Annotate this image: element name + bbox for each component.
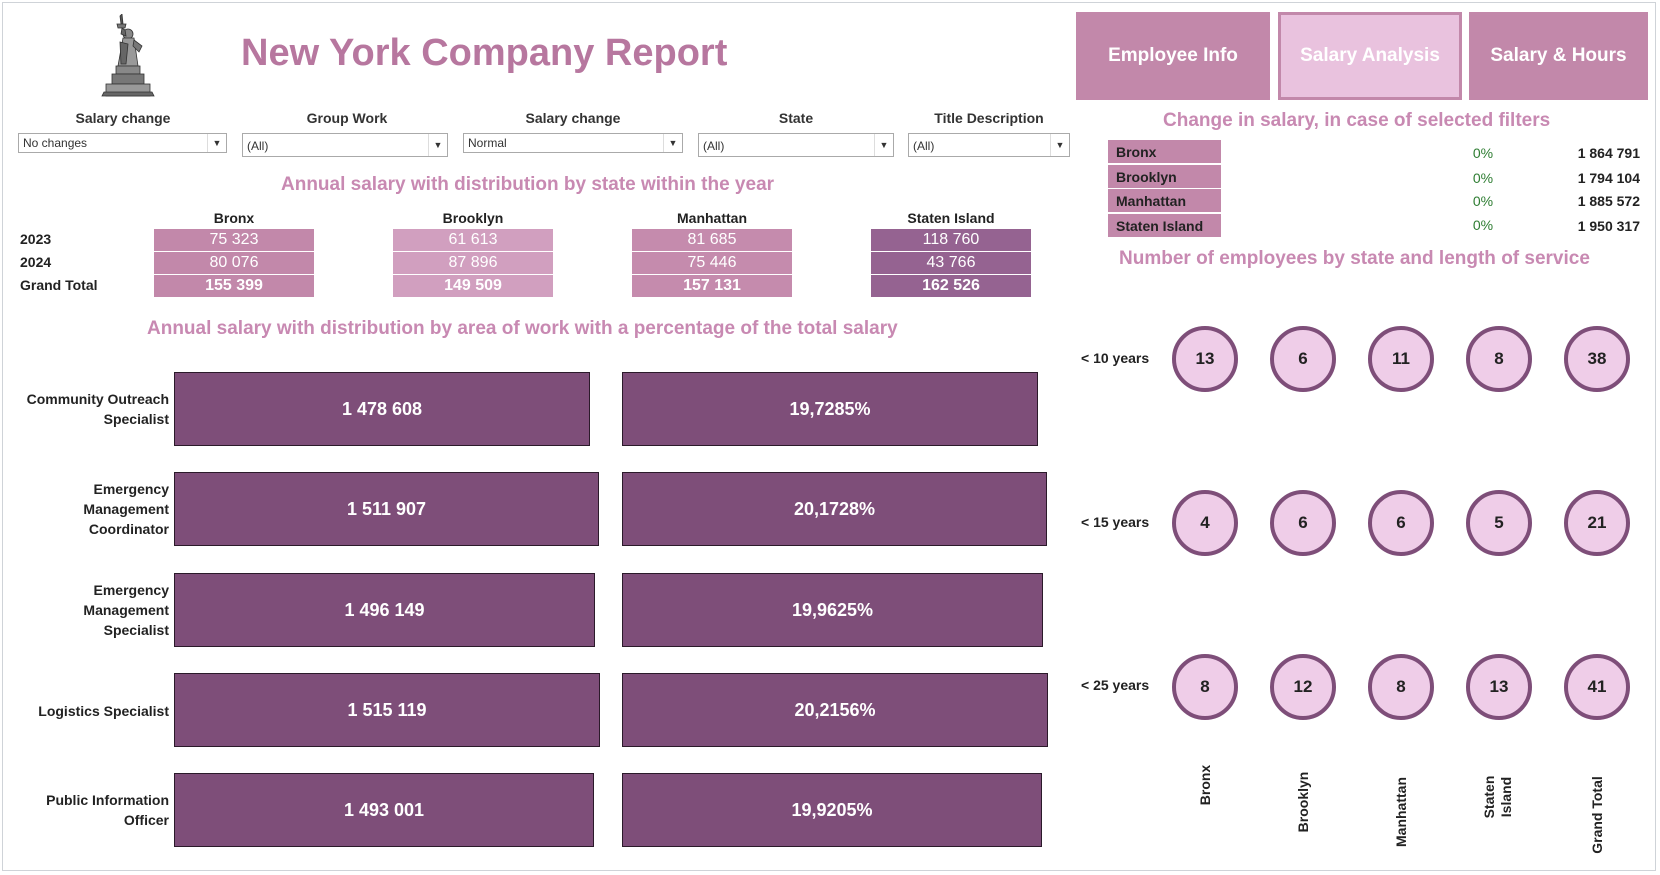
change-state-manhattan: Manhattan (1108, 189, 1221, 212)
filter-label-group-work: Group Work (306, 110, 388, 126)
state-header-bronx: Bronx (213, 210, 255, 226)
employee-count-circle: 11 (1368, 326, 1434, 392)
employees-section-title: Number of employees by state and length … (1119, 248, 1590, 269)
employee-count-circle: 41 (1564, 654, 1630, 720)
state-cell: 43 766 (871, 252, 1031, 274)
statue-of-liberty-icon (101, 14, 155, 97)
filter-value: No changes (23, 136, 88, 150)
change-state-bronx: Bronx (1108, 140, 1221, 163)
area-label-public-information-officer: Public Information Officer (46, 792, 169, 828)
employee-info-button[interactable]: Employee Info (1076, 12, 1270, 100)
salary-bar: 1 515 119 (174, 673, 600, 747)
state-cell-total: 162 526 (871, 275, 1031, 297)
change-state-brooklyn: Brooklyn (1108, 165, 1221, 188)
employee-count-circle: 6 (1270, 326, 1336, 392)
filter-label-state: State (778, 110, 814, 126)
area-label-community-outreach-specialist: Community Outreach Specialist (26, 391, 169, 427)
employee-count-circle: 13 (1172, 326, 1238, 392)
employee-count-circle: 13 (1466, 654, 1532, 720)
employee-count-circle: 8 (1172, 654, 1238, 720)
column-label-grand-total: Grand Total (1589, 776, 1605, 854)
state-cell: 118 760 (871, 229, 1031, 251)
column-label-brooklyn: Brooklyn (1295, 771, 1311, 833)
filter-title-description[interactable]: (All) ▼ (908, 133, 1070, 157)
employee-count-circle: 8 (1368, 654, 1434, 720)
filter-label-salary-change-2: Salary change (525, 110, 621, 126)
salary-bar: 1 496 149 (174, 573, 595, 647)
chevron-down-icon: ▼ (1050, 134, 1069, 156)
area-label-emergency-management-coordinator: Emergency Management Coordinator (83, 481, 169, 537)
column-label-bronx: Bronx (1197, 764, 1213, 806)
percent-bar: 19,9205% (622, 773, 1042, 847)
state-cell-total: 157 131 (632, 275, 792, 297)
filter-value: (All) (913, 139, 935, 153)
employee-count-circle: 38 (1564, 326, 1630, 392)
employee-count-circle: 6 (1368, 490, 1434, 556)
page-title: New York Company Report (241, 32, 728, 74)
chevron-down-icon: ▼ (207, 134, 226, 152)
change-pct: 0% (1472, 193, 1494, 209)
employee-count-circle: 6 (1270, 490, 1336, 556)
chevron-down-icon: ▼ (663, 134, 682, 152)
percent-bar: 20,2156% (622, 673, 1048, 747)
filter-value: Normal (468, 136, 507, 150)
state-cell: 75 323 (154, 229, 314, 251)
state-section-title: Annual salary with distribution by state… (281, 174, 775, 195)
change-section-title: Change in salary, in case of selected fi… (1163, 110, 1551, 131)
salary-bar: 1 511 907 (174, 472, 599, 546)
state-header-manhattan: Manhattan (677, 210, 747, 226)
row-label-2023: 2023 (20, 231, 52, 247)
percent-bar: 19,9625% (622, 573, 1043, 647)
filter-state[interactable]: (All) ▼ (698, 133, 894, 157)
area-section-title: Annual salary with distribution by area … (147, 318, 898, 339)
employee-count-circle: 21 (1564, 490, 1630, 556)
filter-value: (All) (703, 139, 725, 153)
employee-count-circle: 8 (1466, 326, 1532, 392)
change-value: 1 885 572 (1577, 193, 1640, 209)
change-pct: 0% (1472, 170, 1494, 186)
state-header-brooklyn: Brooklyn (442, 210, 504, 226)
filter-salary-change-1[interactable]: No changes ▼ (18, 133, 227, 153)
employee-count-circle: 5 (1466, 490, 1532, 556)
change-pct: 0% (1472, 217, 1494, 233)
state-cell: 75 446 (632, 252, 792, 274)
employee-count-circle: 12 (1270, 654, 1336, 720)
change-state-staten-island: Staten Island (1108, 214, 1221, 237)
state-cell: 80 076 (154, 252, 314, 274)
salary-analysis-button[interactable]: Salary Analysis (1278, 12, 1462, 100)
state-header-staten-island: Staten Island (907, 210, 995, 226)
filter-label-salary-change-1: Salary change (75, 110, 171, 126)
row-label-grand-total: Grand Total (20, 277, 98, 293)
state-cell-total: 149 509 (393, 275, 553, 297)
service-row-label: < 10 years (1081, 350, 1150, 366)
filter-label-title-description: Title Description (934, 110, 1044, 126)
service-row-label: < 15 years (1081, 514, 1150, 530)
row-label-2024: 2024 (20, 254, 52, 270)
column-label-staten-island: Staten Island (1481, 775, 1514, 819)
percent-bar: 20,1728% (622, 472, 1047, 546)
state-cell: 61 613 (393, 229, 553, 251)
salary-bar: 1 493 001 (174, 773, 594, 847)
area-label-emergency-management-specialist: Emergency Management Specialist (83, 582, 169, 638)
state-cell: 81 685 (632, 229, 792, 251)
change-value: 1 950 317 (1577, 218, 1640, 234)
column-label-manhattan: Manhattan (1393, 777, 1409, 847)
employee-count-circle: 4 (1172, 490, 1238, 556)
percent-bar: 19,7285% (622, 372, 1038, 446)
filter-salary-change-2[interactable]: Normal ▼ (463, 133, 683, 153)
salary-hours-button[interactable]: Salary & Hours (1469, 12, 1648, 100)
change-pct: 0% (1472, 145, 1494, 161)
area-label-logistics-specialist: Logistics Specialist (38, 703, 169, 719)
change-value: 1 864 791 (1577, 145, 1640, 161)
chevron-down-icon: ▼ (428, 134, 447, 156)
state-cell: 87 896 (393, 252, 553, 274)
filter-value: (All) (247, 139, 269, 153)
salary-bar: 1 478 608 (174, 372, 590, 446)
service-row-label: < 25 years (1081, 677, 1150, 693)
chevron-down-icon: ▼ (874, 134, 893, 156)
state-cell-total: 155 399 (154, 275, 314, 297)
change-value: 1 794 104 (1577, 170, 1640, 186)
filter-group-work[interactable]: (All) ▼ (242, 133, 448, 157)
